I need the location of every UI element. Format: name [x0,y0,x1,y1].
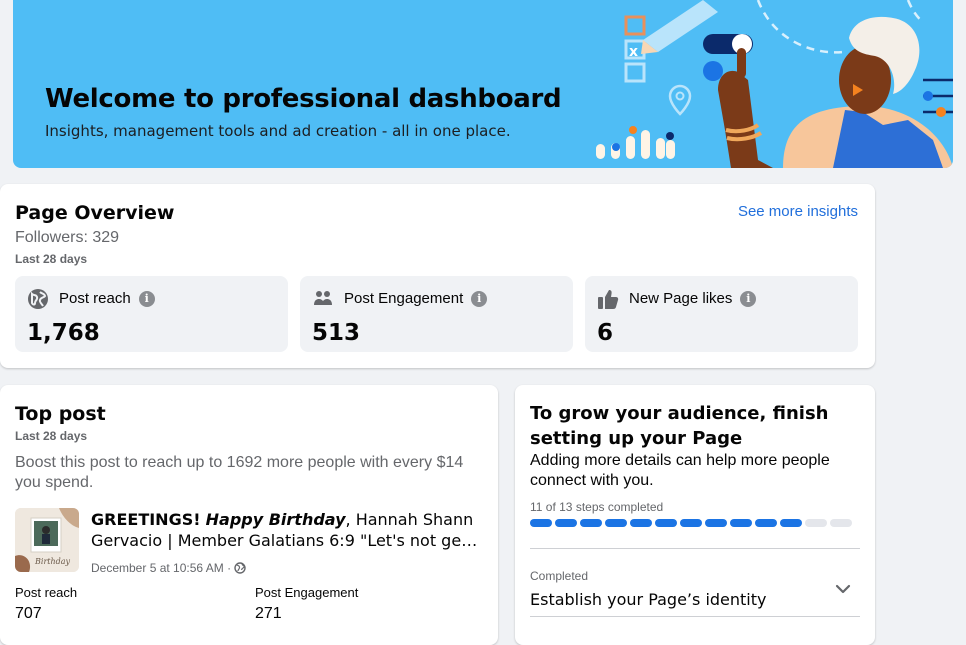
grow-audience-title: To grow your audience, finish setting up… [530,403,829,449]
progress-segment [705,519,727,527]
page-overview-card: Page Overview Followers: 329 Last 28 day… [0,184,875,368]
metric-value: 6 [597,320,614,346]
metric-value: 1,768 [27,320,100,346]
divider [530,616,860,617]
grow-audience-card: To grow your audience, finish setting up… [515,385,875,645]
progress-segment [580,519,602,527]
stat-post-reach-value: 707 [15,605,42,622]
post-date: December 5 at 10:56 AM · [91,561,247,575]
banner-title: Welcome to professional dashboard [45,84,562,114]
step-status: Completed [530,569,589,583]
svg-text:Birthday: Birthday [34,557,71,566]
progress-segment [655,519,677,527]
metric-label: Post reach i [59,290,155,308]
progress-segment [755,519,777,527]
boost-text: Boost this post to reach up to 1692 more… [15,454,464,491]
progress-segment [780,519,802,527]
progress-segment [730,519,752,527]
info-icon[interactable]: i [138,291,155,308]
progress-segment [680,519,702,527]
top-post-period: Last 28 days [15,429,88,443]
step-establish-identity[interactable]: Establish your Page’s identity [530,590,766,609]
post-thumbnail[interactable]: Birthday [15,508,79,572]
progress-segment [555,519,577,527]
public-globe-icon [234,562,247,574]
steps-completed-text: 11 of 13 steps completed [530,500,664,514]
banner-subtitle: Insights, management tools and ad creati… [45,122,511,140]
metric-value: 513 [312,320,361,346]
followers-count: Followers: 329 [15,229,120,246]
metric-new-page-likes[interactable]: New Page likes i 6 [585,276,858,352]
welcome-banner: x Welcome to professional dashboard Insi… [13,0,953,168]
top-post-title: Top post [15,403,106,425]
stat-post-reach-label: Post reach [15,585,78,600]
progress-segment [830,519,852,527]
thumbs-up-icon [598,290,619,309]
metric-post-engagement[interactable]: Post Engagement i 513 [300,276,573,352]
top-post-card: Top post Last 28 days Boost this post to… [0,385,498,645]
metric-label: New Page likes i [629,290,757,308]
grow-audience-description: Adding more details can help more people… [530,452,830,489]
globe-icon [28,289,48,309]
see-more-insights-link[interactable]: See more insights [738,203,858,220]
post-thumbnail-image: Birthday [15,508,79,572]
info-icon[interactable]: i [740,291,757,308]
progress-segment [805,519,827,527]
metric-post-reach[interactable]: Post reach i 1,768 [15,276,288,352]
progress-segment [630,519,652,527]
stat-post-engagement-value: 271 [255,605,282,622]
svg-text:x: x [629,44,638,60]
stat-post-engagement-label: Post Engagement [255,585,359,600]
divider [530,548,860,549]
page-overview-title: Page Overview [15,202,175,224]
chevron-down-icon[interactable] [833,579,853,599]
metric-label: Post Engagement i [344,290,488,308]
progress-segment [605,519,627,527]
post-preview-text[interactable]: GREETINGS! Happy Birthday, Hannah Shann … [91,509,481,551]
people-icon [314,291,332,305]
setup-progress-bar [530,519,852,527]
progress-segment [530,519,552,527]
overview-period: Last 28 days [15,252,88,266]
info-icon[interactable]: i [471,291,488,308]
